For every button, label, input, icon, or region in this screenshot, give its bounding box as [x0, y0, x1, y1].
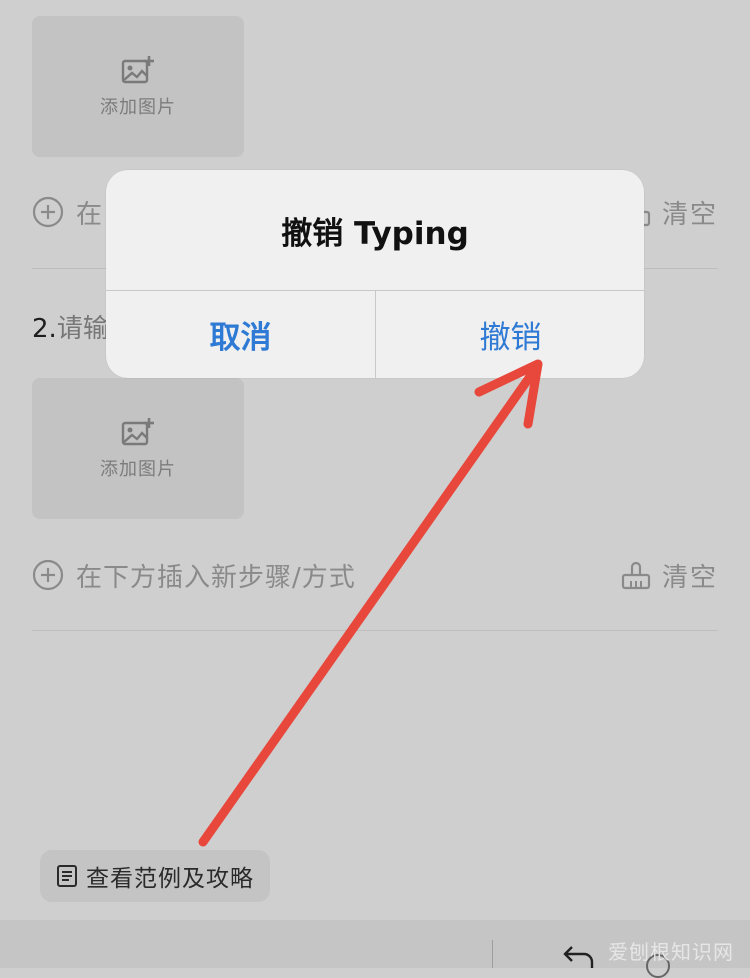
add-image-button-step-2[interactable]: 添加图片: [32, 378, 244, 519]
watermark: 爱刨根知识网: [608, 940, 734, 964]
image-add-icon: [121, 55, 154, 83]
add-image-label: 添加图片: [100, 96, 176, 118]
divider: [32, 630, 718, 631]
add-image-label: 添加图片: [100, 458, 176, 480]
clear-label: 清空: [661, 199, 718, 230]
confirm-undo-button[interactable]: 撤销: [376, 291, 644, 378]
step-2-label: 2.请输: [32, 308, 109, 345]
plus-circle-icon[interactable]: [32, 196, 64, 228]
plus-circle-icon[interactable]: [32, 559, 64, 591]
step-number: 2.: [32, 314, 57, 344]
clear-button-step-2[interactable]: 清空: [620, 557, 718, 594]
view-examples-button[interactable]: 查看范例及攻略: [40, 850, 270, 902]
step-2-action-row: 在下方插入新步骤/方式 清空: [32, 555, 718, 595]
clear-label: 清空: [661, 562, 718, 593]
broom-icon: [621, 561, 651, 590]
cancel-button[interactable]: 取消: [106, 291, 375, 378]
image-add-icon: [121, 417, 154, 445]
dialog-title: 撤销 Typing: [281, 215, 469, 252]
view-examples-label: 查看范例及攻略: [86, 866, 254, 892]
insert-step-link[interactable]: 在下方插入新步骤/方式: [76, 557, 356, 594]
step-placeholder[interactable]: 请输: [57, 314, 109, 344]
toolbar-divider: [492, 940, 493, 968]
undo-icon[interactable]: [560, 944, 596, 968]
add-image-button-step-1[interactable]: 添加图片: [32, 16, 244, 157]
document-icon: [57, 865, 77, 887]
insert-step-link[interactable]: 在: [76, 194, 103, 231]
undo-alert-dialog: 撤销 Typing 取消 撤销: [106, 170, 644, 378]
